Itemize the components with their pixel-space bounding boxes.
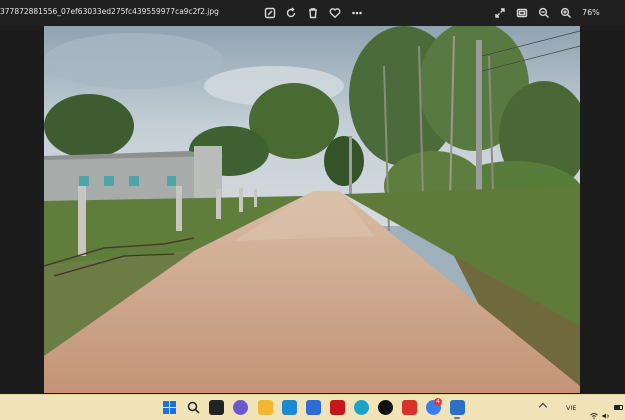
photos-icon[interactable]	[450, 400, 465, 415]
language-indicator[interactable]: VIE	[566, 404, 576, 412]
chevron-up-icon[interactable]	[538, 402, 548, 412]
image-canvas[interactable]	[0, 26, 625, 394]
store-icon[interactable]	[306, 400, 321, 415]
fullscreen-icon[interactable]	[492, 5, 508, 21]
notification-badge: 4	[434, 398, 442, 406]
task-view-icon[interactable]	[209, 400, 224, 415]
mcafee-icon[interactable]	[330, 400, 345, 415]
tiktok-icon[interactable]	[378, 400, 393, 415]
chat-icon[interactable]	[233, 400, 248, 415]
delete-icon[interactable]	[305, 5, 321, 21]
volume-icon[interactable]	[602, 404, 610, 419]
wps-icon[interactable]	[402, 400, 417, 415]
active-app-indicator	[454, 417, 460, 419]
word-icon[interactable]	[282, 400, 297, 415]
taskbar: 4 VIE	[0, 394, 625, 420]
battery-icon[interactable]	[614, 405, 623, 410]
photo-rural-dirt-road	[44, 26, 580, 393]
rotate-icon[interactable]	[283, 5, 299, 21]
zoom-in-icon[interactable]	[558, 5, 574, 21]
more-icon[interactable]	[349, 5, 365, 21]
edit-icon[interactable]	[262, 5, 278, 21]
search-icon[interactable]	[186, 400, 201, 415]
file-explorer-icon[interactable]	[258, 400, 273, 415]
edge-icon[interactable]	[354, 400, 369, 415]
wifi-icon[interactable]	[590, 404, 598, 419]
favorite-icon[interactable]	[327, 5, 343, 21]
zoom-level: 76%	[582, 8, 600, 17]
zoom-out-icon[interactable]	[536, 5, 552, 21]
start-icon[interactable]	[162, 400, 177, 415]
fit-icon[interactable]	[514, 5, 530, 21]
viewer-toolbar: 377872881556_07ef63033ed275fc439559977ca…	[0, 0, 625, 26]
file-name: 377872881556_07ef63033ed275fc439559977ca…	[0, 7, 219, 16]
